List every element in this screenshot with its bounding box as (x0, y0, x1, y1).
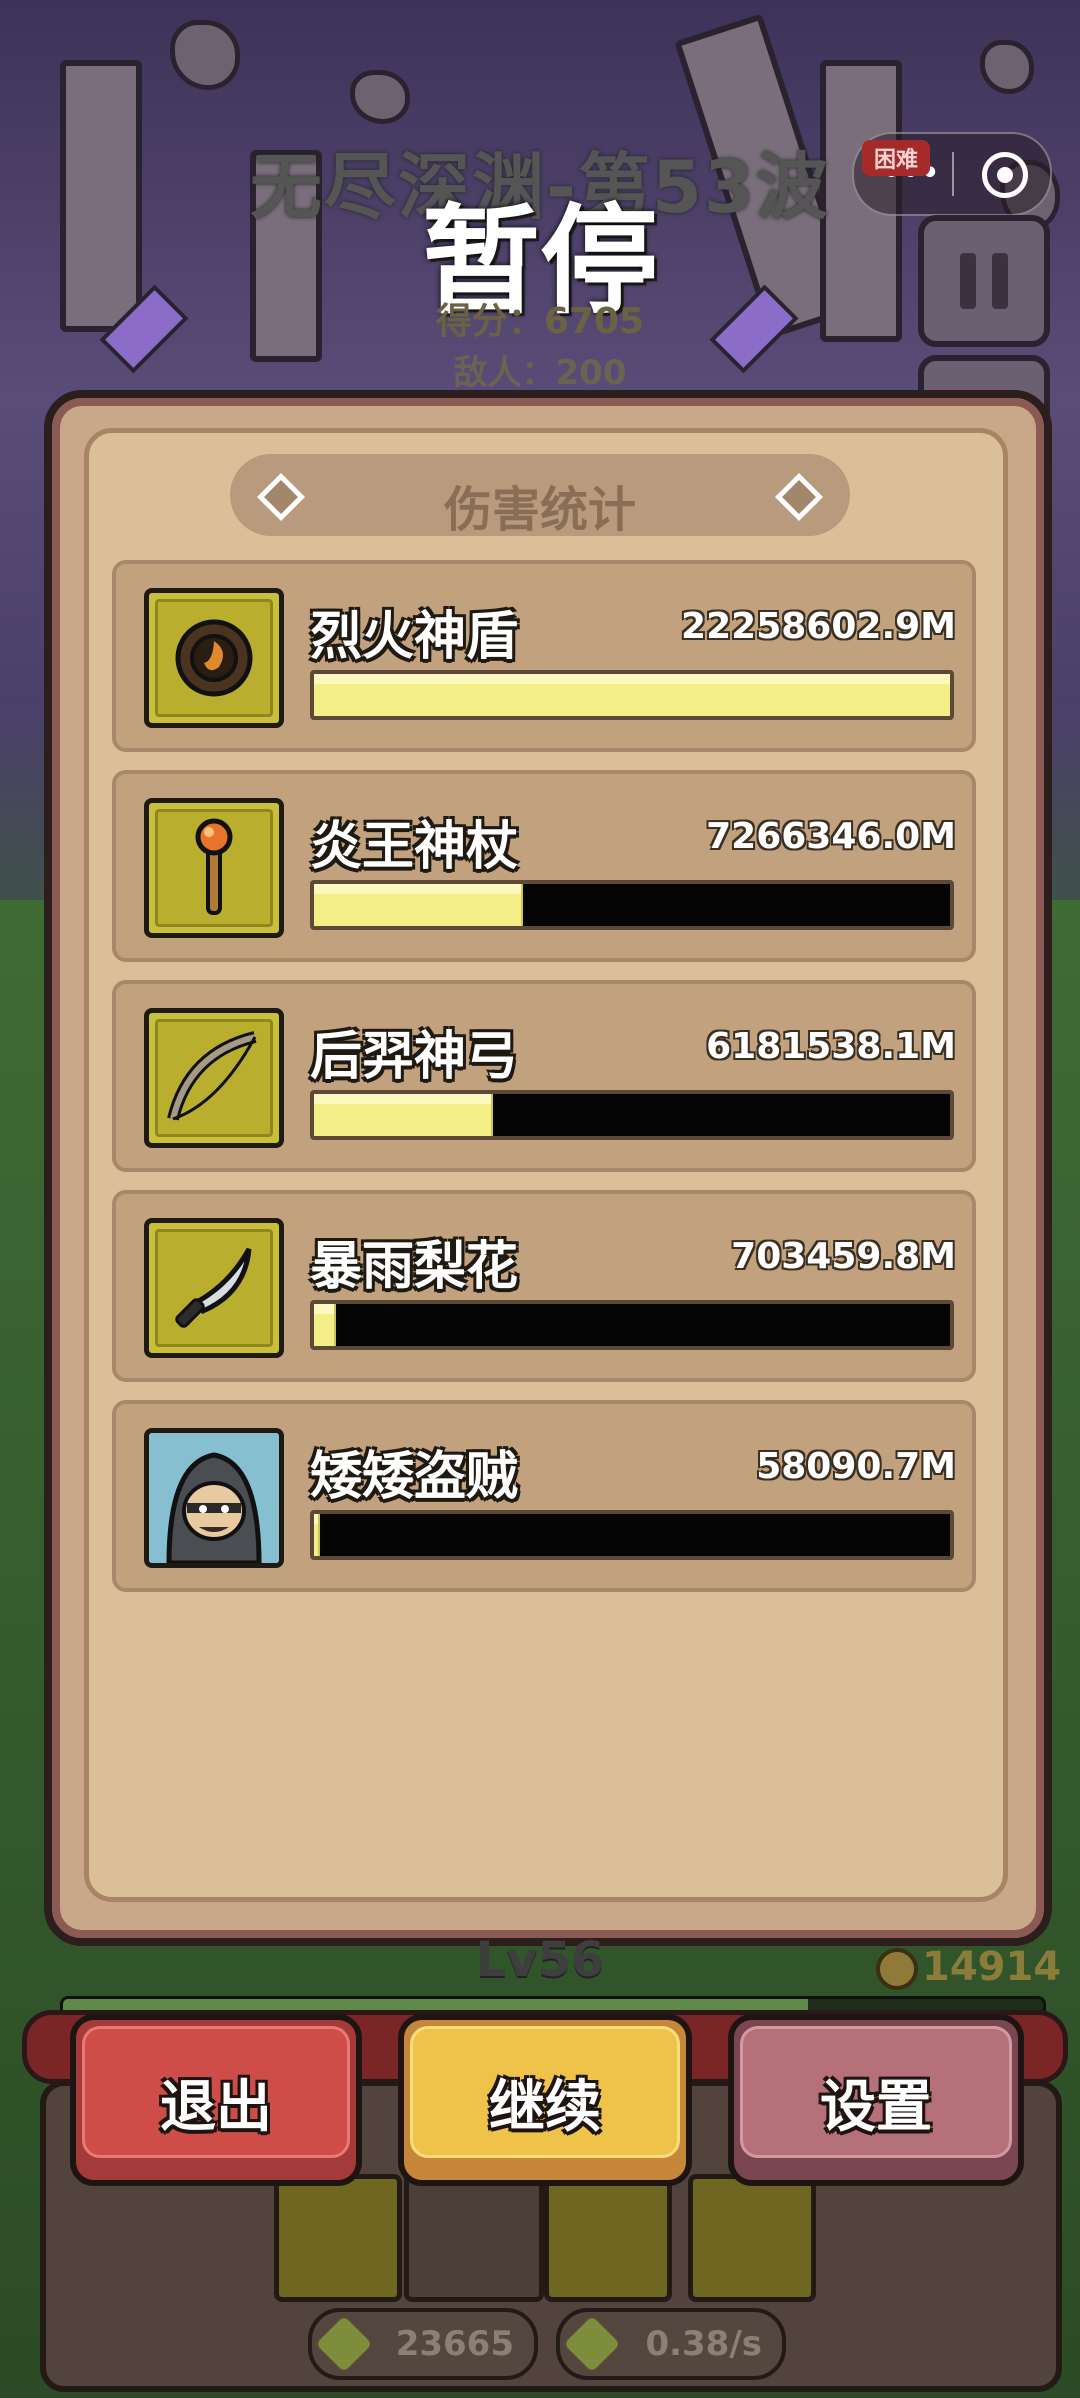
damage-value: 58090.7M (756, 1446, 956, 1487)
thief-portrait-icon (144, 1428, 284, 1568)
staff-icon (144, 798, 284, 938)
weapon-name: 后羿神弓 (310, 1027, 519, 1087)
close-target-icon[interactable] (982, 152, 1028, 198)
damage-value: 22258602.9M (681, 606, 956, 647)
blade-slot-icon[interactable] (274, 2174, 402, 2302)
damage-row: 烈火神盾 22258602.9M (112, 560, 976, 752)
sword-icon (315, 2315, 373, 2373)
settings-button-label: 设置 (820, 2075, 932, 2140)
settings-button[interactable]: 设置 (728, 2014, 1024, 2186)
damage-row: 暴雨梨花 703459.8M (112, 1190, 976, 1382)
damage-bar (310, 1510, 954, 1560)
continue-button[interactable]: 继续 (398, 2014, 692, 2186)
weapon-name: 暴雨梨花 (310, 1237, 519, 1297)
damage-bar-fill (314, 884, 524, 926)
bow-slot-icon[interactable] (544, 2174, 672, 2302)
damage-bar (310, 880, 954, 930)
damage-row: 矮矮盗贼 58090.7M (112, 1400, 976, 1592)
damage-bar-fill (314, 674, 950, 716)
damage-bar (310, 1300, 954, 1350)
damage-stats-header: 伤害统计 (230, 454, 850, 538)
coin-count: 14914 (922, 1944, 1062, 1990)
blade-icon (144, 1218, 284, 1358)
damage-stats-title: 伤害统计 (443, 482, 636, 538)
damage-bar (310, 670, 954, 720)
pause-button[interactable] (918, 215, 1050, 347)
weapon-name: 炎王神杖 (310, 817, 519, 877)
shield-icon (144, 588, 284, 728)
capsule-divider (952, 152, 954, 196)
exit-button[interactable]: 退出 (70, 2014, 362, 2186)
hero-name: 矮矮盗贼 (310, 1447, 519, 1507)
coin-icon (876, 1948, 918, 1990)
weapon-name: 烈火神盾 (310, 607, 519, 667)
speed-value: 0.38/s (645, 2324, 762, 2364)
damage-value: 7266346.0M (706, 816, 956, 857)
damage-bar (310, 1090, 954, 1140)
exit-button-label: 退出 (160, 2075, 272, 2140)
bow-icon (144, 1008, 284, 1148)
player-level: Lv56 (475, 1932, 605, 1988)
attack-value: 23665 (395, 2324, 514, 2364)
damage-bar-fill (314, 1514, 320, 1556)
continue-button-label: 继续 (489, 2075, 601, 2140)
damage-row: 后羿神弓 6181538.1M (112, 980, 976, 1172)
damage-value: 6181538.1M (706, 1026, 956, 1067)
attack-stat: 23665 (308, 2308, 538, 2380)
difficulty-badge: 困难 (862, 140, 931, 176)
damage-bar-fill (314, 1094, 493, 1136)
damage-row: 炎王神杖 7266346.0M (112, 770, 976, 962)
speed-stat: 0.38/s (556, 2308, 786, 2380)
damage-value: 703459.8M (731, 1236, 956, 1277)
speed-icon (563, 2315, 621, 2373)
damage-bar-fill (314, 1304, 337, 1346)
staff-slot-icon[interactable] (688, 2174, 816, 2302)
